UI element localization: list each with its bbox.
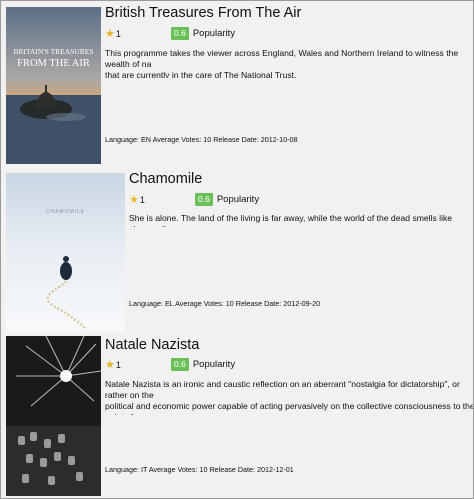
movie-title[interactable]: Natale Nazista [105,337,199,353]
popularity-badge: 0.6 [171,358,189,371]
language-label: Language: [129,299,163,308]
votes-value: 10 [225,299,234,308]
star-icon: ★ [105,28,115,40]
star-icon: ★ [105,359,115,371]
popularity-badge: 0.6 [195,193,213,206]
poster-image [6,7,101,164]
language-value: IT [140,465,148,474]
popularity: 0.6 Popularity [171,358,235,371]
rating-value: 1 [115,29,121,39]
poster-image [6,173,125,331]
votes-value: 10 [199,465,208,474]
poster-title-line-1: BRITAIN'S TREASURES [13,47,94,56]
star-icon: ★ [129,194,139,206]
language-label: Language: [105,135,139,144]
poster-image [6,336,101,496]
popularity-label: Popularity [216,194,260,205]
votes-label: Average Votes: [175,299,224,308]
movie-meta: Language: EN Average Votes: 10 Release D… [105,135,298,144]
rating: ★ 1 [105,28,121,40]
release-date-value: 2012-12-01 [257,465,294,474]
language-value: EN [140,135,151,144]
poster-title: CHAMOMILE [45,209,86,215]
movie-meta: Language: EL Average Votes: 10 Release D… [129,299,320,308]
language-label: Language: [105,465,139,474]
poster-title-line-2: FROM THE AIR [17,58,90,69]
language-value: EL [164,299,174,308]
movie-description: Natale Nazista is an ironic and caustic … [105,379,474,415]
movie-description: This programme takes the viewer across E… [105,48,459,78]
movie-description: She is alone. The land of the living is … [129,213,453,227]
popularity: 0.6 Popularity [171,27,235,40]
movie-poster[interactable]: BRITAIN'S TREASURES FROM THE AIR [6,7,101,164]
popularity-badge: 0.6 [171,27,189,40]
release-date-label: Release Date: [235,299,282,308]
popularity-label: Popularity [192,359,236,370]
movie-card[interactable]: CHAMOMILE Chamomile ★ 1 0.6 Popularity S… [1,167,473,333]
movie-poster[interactable] [6,336,101,496]
release-date-value: 2012-10-08 [260,135,298,144]
movie-card[interactable]: BRITAIN'S TREASURES FROM THE AIR British… [1,1,473,167]
votes-label: Average Votes: [152,135,202,144]
movie-meta: Language: IT Average Votes: 10 Release D… [105,465,294,474]
release-date-value: 2012-09-20 [283,299,321,308]
votes-value: 10 [203,135,212,144]
popularity: 0.6 Popularity [195,193,259,206]
votes-label: Average Votes: [148,465,198,474]
rating-value: 1 [139,195,145,205]
popularity-label: Popularity [192,28,236,39]
release-date-label: Release Date: [213,135,259,144]
rating: ★ 1 [105,359,121,371]
movie-title[interactable]: British Treasures From The Air [105,5,301,21]
rating: ★ 1 [129,194,145,206]
movie-poster[interactable]: CHAMOMILE [6,173,125,331]
movie-list: BRITAIN'S TREASURES FROM THE AIR British… [0,0,474,499]
release-date-label: Release Date: [209,465,256,474]
rating-value: 1 [115,360,121,370]
movie-card[interactable]: Natale Nazista ★ 1 0.6 Popularity Natale… [1,333,474,498]
movie-title[interactable]: Chamomile [129,171,202,187]
